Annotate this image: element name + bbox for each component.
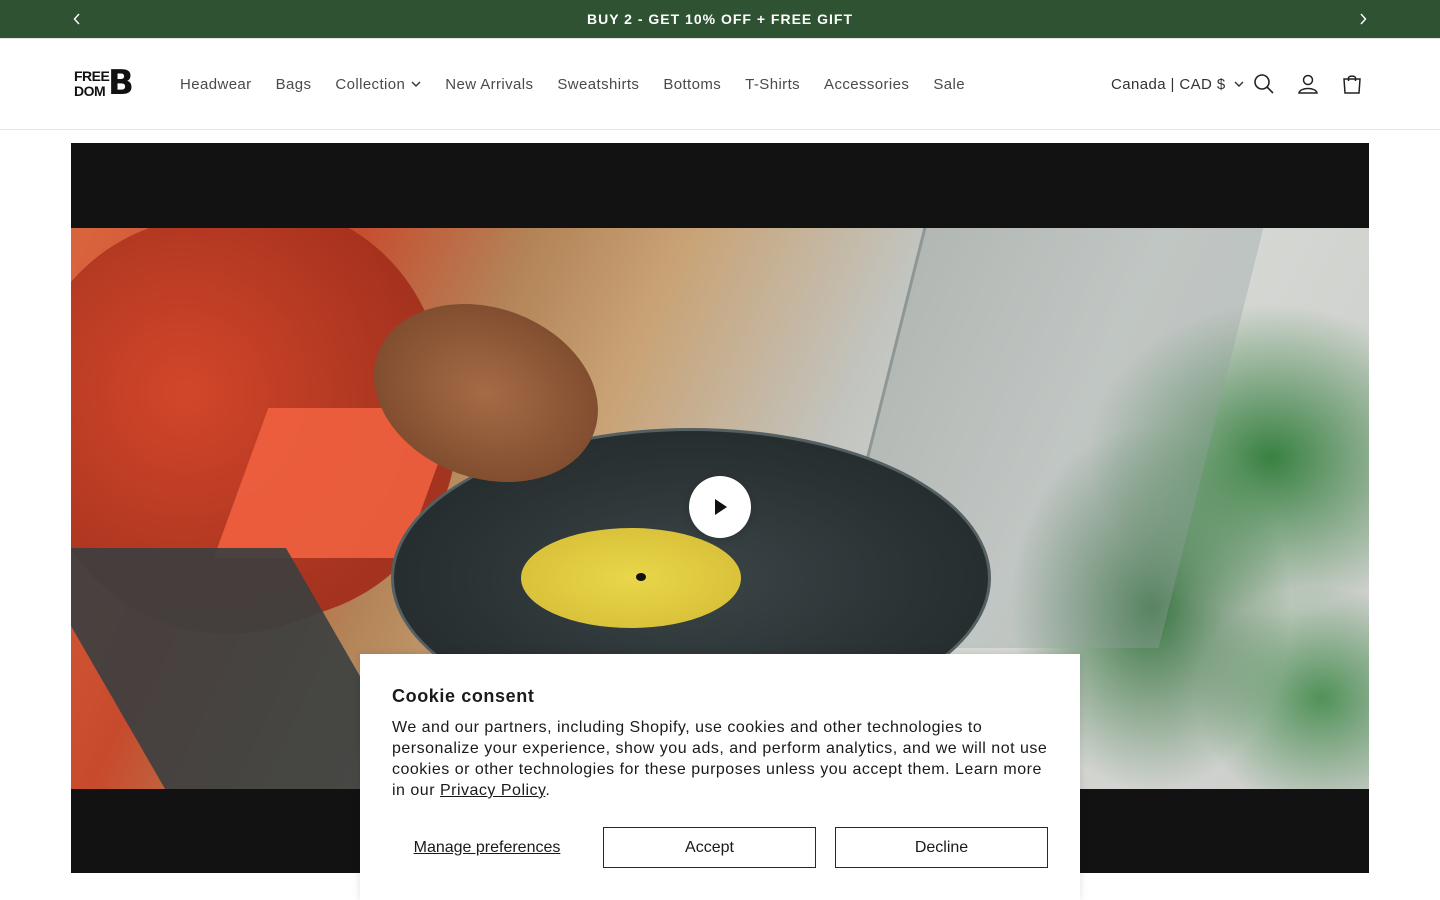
privacy-policy-link[interactable]: Privacy Policy	[440, 782, 545, 799]
nav-item-t-shirts[interactable]: T-Shirts	[733, 76, 812, 93]
cart-icon[interactable]	[1339, 71, 1365, 97]
cookie-title: Cookie consent	[392, 686, 535, 706]
nav-item-sale[interactable]: Sale	[921, 76, 977, 93]
nav-item-sweatshirts[interactable]: Sweatshirts	[545, 76, 651, 93]
search-icon[interactable]	[1251, 71, 1277, 97]
play-button[interactable]	[689, 476, 751, 538]
cookie-body-suffix: .	[545, 782, 551, 799]
record-hole	[636, 573, 646, 581]
nav-label: Headwear	[180, 75, 252, 93]
nav-label: New Arrivals	[445, 75, 534, 93]
nav-label: Accessories	[824, 75, 910, 93]
nav-label: Sweatshirts	[557, 75, 640, 93]
logo-wordmark: FREE DOM	[74, 68, 110, 99]
site-header: FREE DOM B Headwear Bags Collection New …	[0, 39, 1440, 130]
manage-preferences-button[interactable]: Manage preferences	[392, 827, 582, 868]
chevron-down-icon	[411, 81, 421, 87]
cookie-consent-dialog: Cookie consent We and our partners, incl…	[360, 654, 1080, 900]
accept-button[interactable]: Accept	[603, 827, 816, 868]
nav-item-bags[interactable]: Bags	[264, 76, 324, 93]
decline-button[interactable]: Decline	[835, 827, 1048, 868]
announcement-bar: BUY 2 - GET 10% OFF + FREE GIFT	[0, 0, 1440, 39]
country-selector-label: Canada | CAD $	[1111, 75, 1226, 93]
nav-item-headwear[interactable]: Headwear	[168, 76, 264, 93]
nav-item-new-arrivals[interactable]: New Arrivals	[433, 76, 545, 93]
logo-line-2: DOM	[74, 83, 106, 99]
nav-item-bottoms[interactable]: Bottoms	[651, 76, 733, 93]
main-nav: Headwear Bags Collection New Arrivals Sw…	[168, 39, 977, 129]
nav-label: T-Shirts	[745, 75, 801, 93]
chevron-left-icon[interactable]	[68, 10, 86, 28]
nav-label: Sale	[933, 75, 965, 93]
logo-line-1: FREE	[74, 68, 110, 84]
chevron-right-icon[interactable]	[1354, 10, 1372, 28]
logo-mark: B	[108, 63, 134, 103]
nav-label: Bottoms	[663, 75, 722, 93]
logo[interactable]: FREE DOM B	[74, 63, 138, 103]
cookie-actions: Manage preferences Accept Decline	[392, 827, 1048, 868]
record-label	[521, 528, 741, 628]
account-icon[interactable]	[1295, 71, 1321, 97]
nav-label: Collection	[335, 75, 406, 93]
play-icon	[711, 497, 729, 517]
nav-item-accessories[interactable]: Accessories	[812, 76, 921, 93]
country-selector[interactable]: Canada | CAD $	[1111, 39, 1244, 129]
chevron-down-icon	[1234, 81, 1244, 87]
nav-label: Bags	[275, 75, 312, 93]
cookie-body: We and our partners, including Shopify, …	[392, 717, 1052, 801]
announcement-text[interactable]: BUY 2 - GET 10% OFF + FREE GIFT	[587, 11, 853, 27]
nav-item-collection[interactable]: Collection	[323, 76, 433, 93]
